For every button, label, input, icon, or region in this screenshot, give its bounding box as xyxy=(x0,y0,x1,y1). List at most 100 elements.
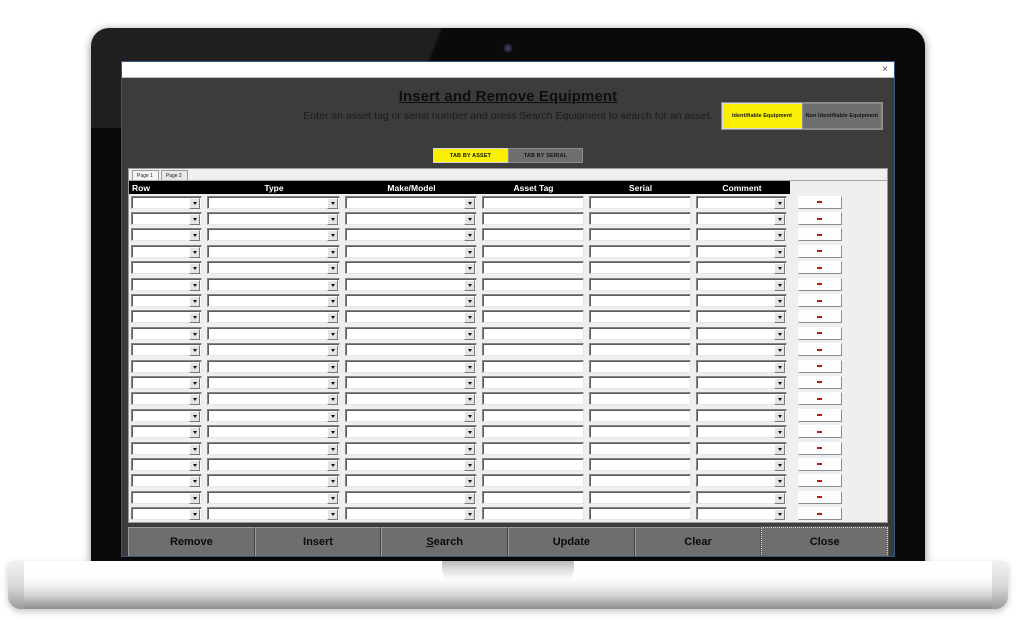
chevron-down-icon[interactable] xyxy=(189,459,200,471)
combo-type-14[interactable] xyxy=(207,408,340,422)
identifiable-equipment-button[interactable]: Identifiable Equipment xyxy=(722,103,802,129)
chevron-down-icon[interactable] xyxy=(327,410,338,422)
combo-make-19[interactable] xyxy=(345,490,477,504)
tab-by-asset-button[interactable]: TAB BY ASSET xyxy=(433,148,508,163)
input-asset-1[interactable] xyxy=(482,195,584,209)
combo-row-12[interactable] xyxy=(131,375,202,389)
chevron-down-icon[interactable] xyxy=(189,263,200,275)
combo-type-12[interactable] xyxy=(207,375,340,389)
chevron-down-icon[interactable] xyxy=(189,345,200,357)
chevron-down-icon[interactable] xyxy=(189,246,200,258)
chevron-down-icon[interactable] xyxy=(774,443,785,455)
combo-type-1[interactable] xyxy=(207,195,340,209)
input-asset-8[interactable] xyxy=(482,310,584,324)
combo-make-1[interactable] xyxy=(345,195,477,209)
chevron-down-icon[interactable] xyxy=(189,476,200,488)
combo-make-20[interactable] xyxy=(345,507,477,521)
grid-page-tab-2[interactable]: Page 2 xyxy=(160,170,188,180)
chevron-down-icon[interactable] xyxy=(327,427,338,439)
chevron-down-icon[interactable] xyxy=(774,476,785,488)
combo-comment-2[interactable] xyxy=(696,212,787,226)
input-serial-3[interactable] xyxy=(589,228,691,242)
chevron-down-icon[interactable] xyxy=(327,312,338,324)
combo-make-3[interactable] xyxy=(345,228,477,242)
chevron-down-icon[interactable] xyxy=(327,509,338,521)
input-serial-4[interactable] xyxy=(589,244,691,258)
combo-row-6[interactable] xyxy=(131,277,202,291)
chevron-down-icon[interactable] xyxy=(774,410,785,422)
combo-type-8[interactable] xyxy=(207,310,340,324)
combo-row-4[interactable] xyxy=(131,244,202,258)
combo-type-7[interactable] xyxy=(207,294,340,308)
combo-comment-3[interactable] xyxy=(696,228,787,242)
delete-row-button-4[interactable] xyxy=(797,244,842,258)
chevron-down-icon[interactable] xyxy=(464,197,475,209)
combo-type-5[interactable] xyxy=(207,261,340,275)
combo-make-2[interactable] xyxy=(345,212,477,226)
delete-row-button-15[interactable] xyxy=(797,425,842,439)
chevron-down-icon[interactable] xyxy=(464,345,475,357)
combo-comment-15[interactable] xyxy=(696,425,787,439)
combo-comment-10[interactable] xyxy=(696,343,787,357)
combo-row-11[interactable] xyxy=(131,359,202,373)
combo-make-4[interactable] xyxy=(345,244,477,258)
chevron-down-icon[interactable] xyxy=(464,230,475,242)
chevron-down-icon[interactable] xyxy=(774,328,785,340)
chevron-down-icon[interactable] xyxy=(189,509,200,521)
combo-make-9[interactable] xyxy=(345,326,477,340)
input-asset-14[interactable] xyxy=(482,408,584,422)
tab-by-serial-button[interactable]: TAB BY SERIAL xyxy=(508,148,583,163)
chevron-down-icon[interactable] xyxy=(464,263,475,275)
chevron-down-icon[interactable] xyxy=(774,377,785,389)
input-asset-3[interactable] xyxy=(482,228,584,242)
combo-row-19[interactable] xyxy=(131,490,202,504)
input-serial-7[interactable] xyxy=(589,294,691,308)
chevron-down-icon[interactable] xyxy=(464,361,475,373)
chevron-down-icon[interactable] xyxy=(464,476,475,488)
input-serial-9[interactable] xyxy=(589,326,691,340)
chevron-down-icon[interactable] xyxy=(464,492,475,504)
combo-row-20[interactable] xyxy=(131,507,202,521)
input-serial-1[interactable] xyxy=(589,195,691,209)
chevron-down-icon[interactable] xyxy=(327,328,338,340)
grid-page-tab-1[interactable]: Page 1 xyxy=(132,170,159,180)
input-serial-10[interactable] xyxy=(589,343,691,357)
chevron-down-icon[interactable] xyxy=(774,214,785,226)
chevron-down-icon[interactable] xyxy=(464,410,475,422)
combo-comment-6[interactable] xyxy=(696,277,787,291)
chevron-down-icon[interactable] xyxy=(327,197,338,209)
chevron-down-icon[interactable] xyxy=(774,509,785,521)
combo-make-11[interactable] xyxy=(345,359,477,373)
chevron-down-icon[interactable] xyxy=(774,427,785,439)
clear-button[interactable]: Clear xyxy=(634,526,762,556)
delete-row-button-5[interactable] xyxy=(797,261,842,275)
combo-type-19[interactable] xyxy=(207,490,340,504)
combo-type-11[interactable] xyxy=(207,359,340,373)
combo-comment-16[interactable] xyxy=(696,441,787,455)
delete-row-button-10[interactable] xyxy=(797,343,842,357)
delete-row-button-18[interactable] xyxy=(797,474,842,488)
combo-row-5[interactable] xyxy=(131,261,202,275)
input-asset-5[interactable] xyxy=(482,261,584,275)
combo-type-17[interactable] xyxy=(207,457,340,471)
combo-comment-12[interactable] xyxy=(696,375,787,389)
chevron-down-icon[interactable] xyxy=(464,427,475,439)
combo-row-3[interactable] xyxy=(131,228,202,242)
delete-row-button-20[interactable] xyxy=(797,507,842,521)
input-asset-20[interactable] xyxy=(482,507,584,521)
combo-type-16[interactable] xyxy=(207,441,340,455)
input-serial-13[interactable] xyxy=(589,392,691,406)
chevron-down-icon[interactable] xyxy=(189,328,200,340)
combo-comment-5[interactable] xyxy=(696,261,787,275)
remove-button[interactable]: Remove xyxy=(128,526,255,556)
chevron-down-icon[interactable] xyxy=(327,263,338,275)
chevron-down-icon[interactable] xyxy=(774,263,785,275)
combo-make-13[interactable] xyxy=(345,392,477,406)
input-asset-18[interactable] xyxy=(482,474,584,488)
chevron-down-icon[interactable] xyxy=(189,410,200,422)
delete-row-button-13[interactable] xyxy=(797,392,842,406)
combo-row-17[interactable] xyxy=(131,457,202,471)
combo-make-10[interactable] xyxy=(345,343,477,357)
input-serial-14[interactable] xyxy=(589,408,691,422)
combo-make-7[interactable] xyxy=(345,294,477,308)
